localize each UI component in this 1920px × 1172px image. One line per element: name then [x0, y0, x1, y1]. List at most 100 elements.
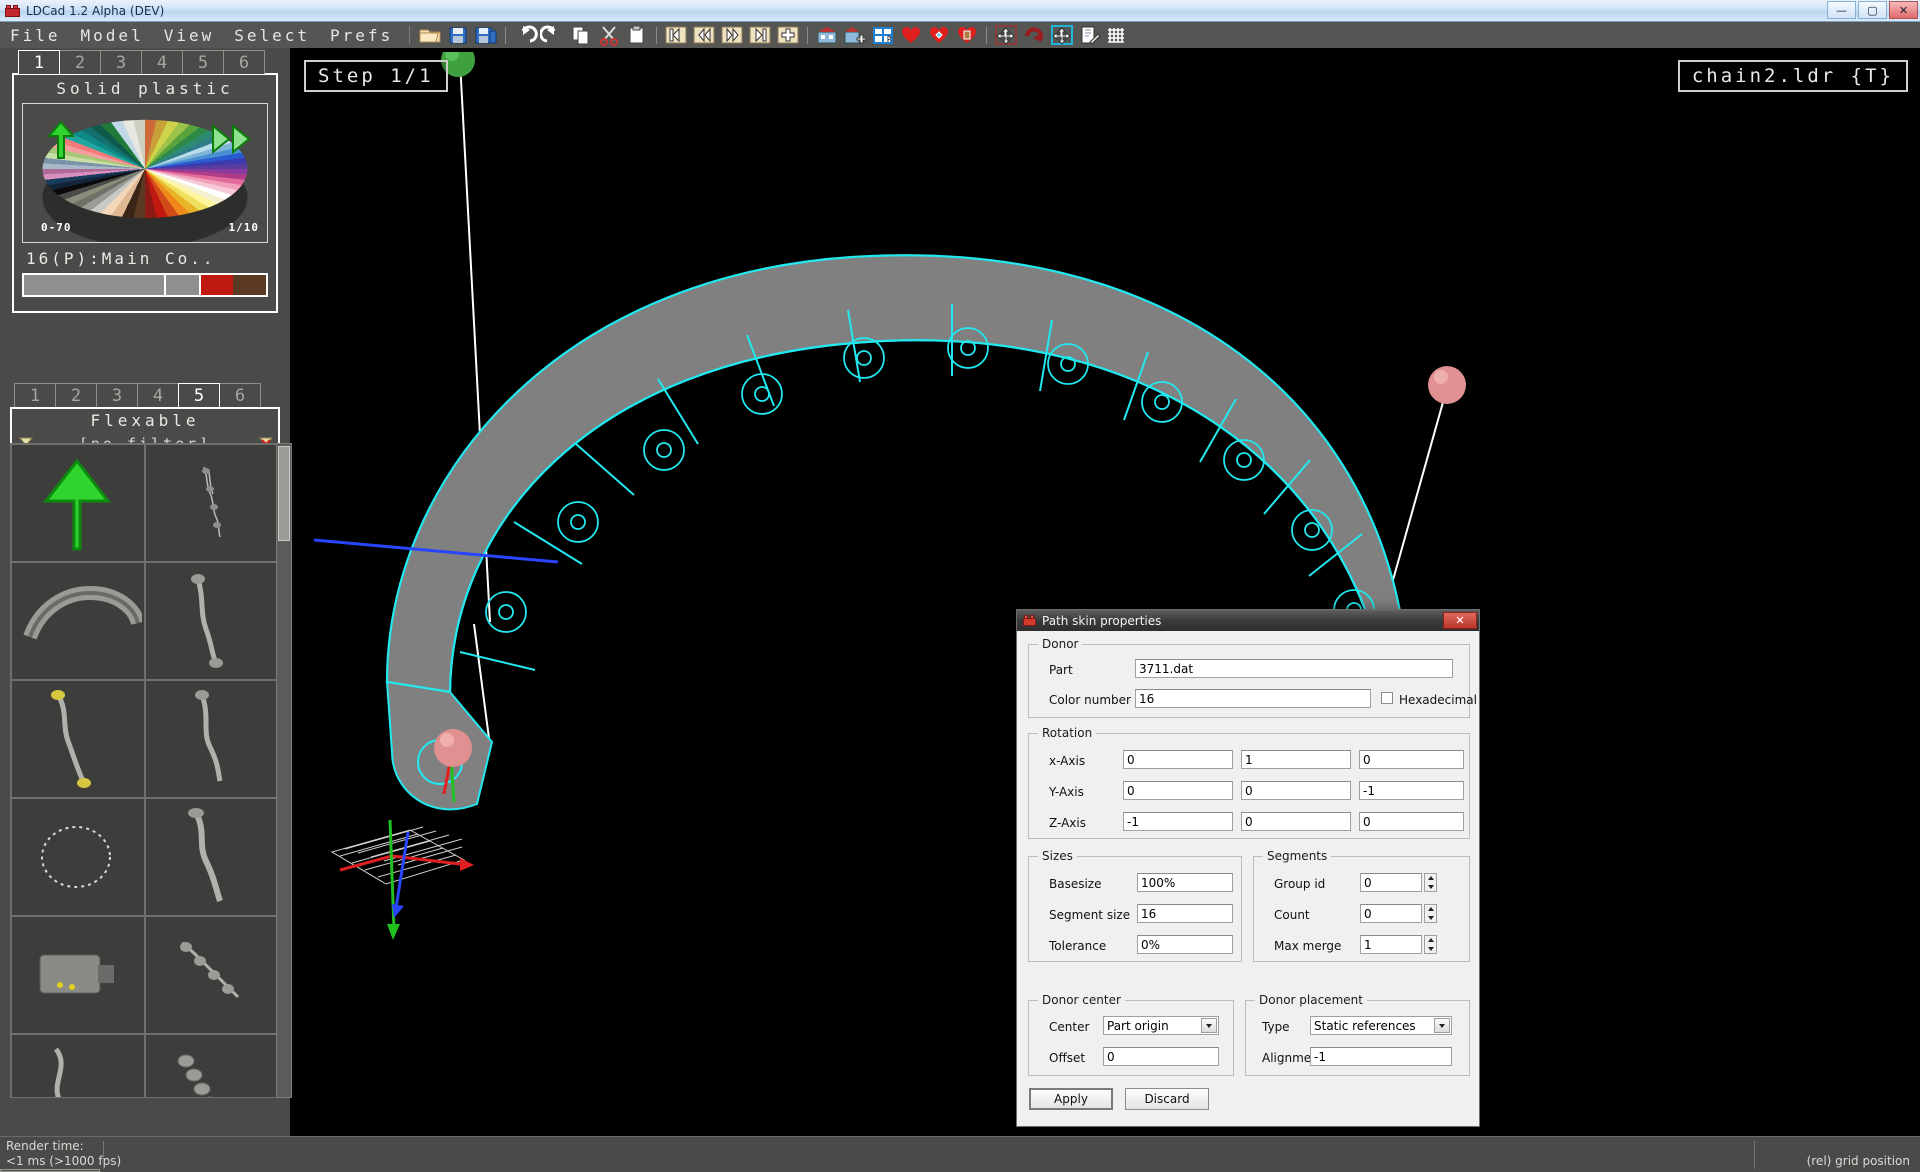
- model-icon[interactable]: [814, 24, 840, 46]
- x-axis-input-2[interactable]: 0: [1359, 750, 1464, 769]
- save-as-icon[interactable]: [473, 24, 499, 46]
- absolute-move-icon[interactable]: [1049, 24, 1075, 46]
- add-model-icon[interactable]: [842, 24, 868, 46]
- edit-icon[interactable]: [1077, 24, 1103, 46]
- menu-item-select[interactable]: Select: [224, 26, 320, 45]
- move-icon[interactable]: [993, 24, 1019, 46]
- paste-icon[interactable]: [624, 24, 650, 46]
- maximize-button[interactable]: ▢: [1858, 1, 1887, 19]
- color-tab-4[interactable]: 4: [141, 50, 183, 74]
- parts-bin-item-motor[interactable]: [11, 916, 145, 1034]
- parts-tab-1[interactable]: 1: [14, 383, 56, 407]
- discard-button[interactable]: Discard: [1125, 1088, 1209, 1110]
- parts-bin-item-tread[interactable]: [11, 562, 145, 680]
- parts-bin-item-chain-thin[interactable]: [145, 444, 279, 562]
- grid-icon[interactable]: [1105, 24, 1131, 46]
- copy-icon[interactable]: [568, 24, 594, 46]
- color-wheel[interactable]: 0-70 1/10: [22, 103, 268, 243]
- z-axis-input-2[interactable]: 0: [1359, 812, 1464, 831]
- swatch-0[interactable]: [24, 275, 166, 295]
- apply-button[interactable]: Apply: [1029, 1088, 1113, 1110]
- count-stepper-down[interactable]: [1425, 914, 1436, 922]
- undo-icon[interactable]: [512, 24, 538, 46]
- color-fill-icon[interactable]: [954, 24, 980, 46]
- segment-size-input[interactable]: 16: [1137, 904, 1233, 923]
- group-id-stepper-up[interactable]: [1425, 874, 1436, 882]
- z-axis-input-0[interactable]: -1: [1123, 812, 1233, 831]
- swatch-3[interactable]: [233, 275, 266, 295]
- color-icon[interactable]: [898, 24, 924, 46]
- alignment-input[interactable]: -1: [1310, 1047, 1452, 1066]
- parts-bin-item-coil[interactable]: [145, 1034, 279, 1098]
- tolerance-input[interactable]: 0%: [1137, 935, 1233, 954]
- parts-tab-6[interactable]: 6: [219, 383, 261, 407]
- recent-color-swatches[interactable]: [22, 273, 268, 297]
- y-axis-input-1[interactable]: 0: [1241, 781, 1351, 800]
- redo-icon[interactable]: [540, 24, 566, 46]
- color-tab-6[interactable]: 6: [223, 50, 265, 74]
- hexadecimal-checkbox[interactable]: [1381, 692, 1393, 704]
- count-stepper-up[interactable]: [1425, 905, 1436, 913]
- swatch-2[interactable]: [201, 275, 234, 295]
- add-step-icon[interactable]: [775, 24, 801, 46]
- menu-item-file[interactable]: File: [0, 26, 71, 45]
- parts-tab-4[interactable]: 4: [137, 383, 179, 407]
- swatch-1[interactable]: [166, 275, 201, 295]
- type-select[interactable]: Static references: [1310, 1016, 1452, 1035]
- reference-icon[interactable]: R: [870, 24, 896, 46]
- close-button[interactable]: ✕: [1889, 1, 1918, 19]
- parts-bin-item-hose-b[interactable]: [11, 680, 145, 798]
- count-stepper[interactable]: [1424, 904, 1437, 923]
- menu-item-prefs[interactable]: Prefs: [320, 26, 403, 45]
- cut-icon[interactable]: [596, 24, 622, 46]
- color-tab-1[interactable]: 1: [18, 50, 60, 74]
- right-arrow-icon[interactable]: [211, 122, 257, 160]
- z-axis-input-1[interactable]: 0: [1241, 812, 1351, 831]
- parts-bin-item-bendy[interactable]: [11, 1034, 145, 1098]
- parts-bin-item-hose-d[interactable]: [145, 798, 279, 916]
- last-step-icon[interactable]: [747, 24, 773, 46]
- basesize-input[interactable]: 100%: [1137, 873, 1233, 892]
- menu-item-view[interactable]: View: [154, 26, 225, 45]
- first-step-icon[interactable]: [663, 24, 689, 46]
- parts-bin-item-spring[interactable]: [145, 916, 279, 1034]
- parts-tab-2[interactable]: 2: [55, 383, 97, 407]
- group-id-stepper[interactable]: [1424, 873, 1437, 892]
- part-input[interactable]: 3711.dat: [1135, 659, 1453, 678]
- up-arrow-icon[interactable]: [43, 120, 81, 164]
- color-number-input[interactable]: 16: [1135, 689, 1371, 708]
- parts-bin-item-hose-a[interactable]: [145, 562, 279, 680]
- color-tab-5[interactable]: 5: [182, 50, 224, 74]
- color-tab-3[interactable]: 3: [100, 50, 142, 74]
- prev-step-icon[interactable]: [691, 24, 717, 46]
- max-merge-input[interactable]: 1: [1360, 935, 1422, 954]
- menu-item-model[interactable]: Model: [71, 26, 154, 45]
- 3d-viewport[interactable]: Step 1/1 chain2.ldr {T} Path skin proper…: [292, 52, 1918, 1136]
- max-merge-stepper-down[interactable]: [1425, 945, 1436, 953]
- y-axis-input-0[interactable]: 0: [1123, 781, 1233, 800]
- chevron-down-icon[interactable]: [1434, 1018, 1450, 1033]
- center-select[interactable]: Part origin: [1103, 1016, 1219, 1035]
- y-axis-input-2[interactable]: -1: [1359, 781, 1464, 800]
- count-input[interactable]: 0: [1360, 904, 1422, 923]
- x-axis-input-0[interactable]: 0: [1123, 750, 1233, 769]
- path-skin-properties-dialog[interactable]: Path skin properties ✕ Donor Part 3711.d…: [1016, 609, 1480, 1127]
- parts-bin-grid[interactable]: [10, 443, 280, 1098]
- minimize-button[interactable]: —: [1827, 1, 1856, 19]
- parts-tab-5[interactable]: 5: [178, 383, 220, 407]
- parts-bin-item-hose-c[interactable]: [145, 680, 279, 798]
- x-axis-input-1[interactable]: 1: [1241, 750, 1351, 769]
- next-step-icon[interactable]: [719, 24, 745, 46]
- max-merge-stepper[interactable]: [1424, 935, 1437, 954]
- group-id-stepper-down[interactable]: [1425, 883, 1436, 891]
- dialog-title-bar[interactable]: Path skin properties ✕: [1017, 610, 1479, 631]
- chevron-down-icon[interactable]: [1201, 1018, 1217, 1033]
- color-tab-2[interactable]: 2: [59, 50, 101, 74]
- parts-bin-scrollbar[interactable]: [276, 443, 292, 1098]
- parts-bin-scroll-thumb[interactable]: [278, 446, 290, 541]
- max-merge-stepper-up[interactable]: [1425, 936, 1436, 944]
- dialog-close-button[interactable]: ✕: [1443, 612, 1477, 629]
- parts-bin-up-folder[interactable]: [11, 444, 145, 562]
- parts-tab-3[interactable]: 3: [96, 383, 138, 407]
- offset-input[interactable]: 0: [1103, 1047, 1219, 1066]
